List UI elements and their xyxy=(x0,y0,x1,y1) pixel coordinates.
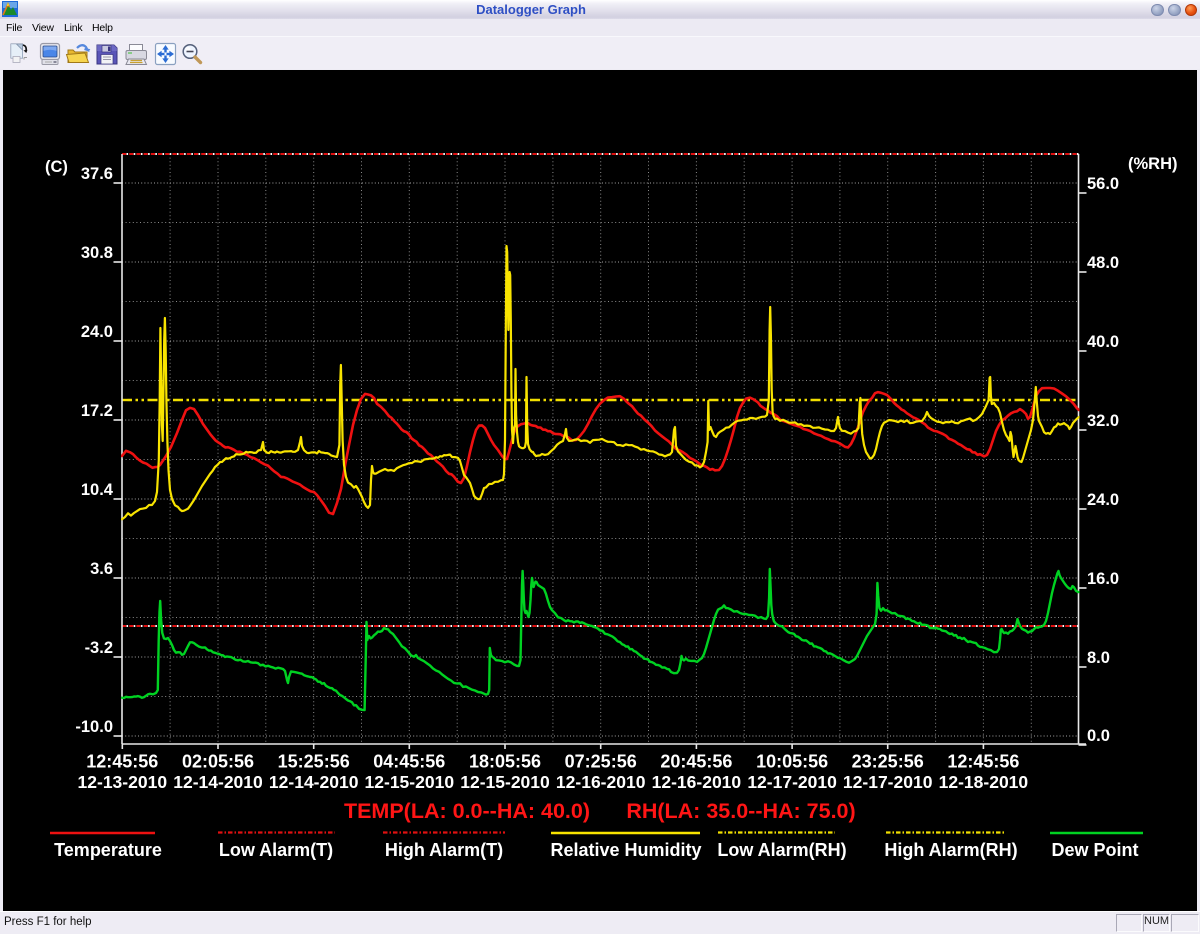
svg-text:37.6: 37.6 xyxy=(81,165,113,183)
svg-text:Low Alarm(T): Low Alarm(T) xyxy=(219,840,333,860)
svg-text:12-15-2010: 12-15-2010 xyxy=(460,772,550,792)
svg-text:24.0: 24.0 xyxy=(1087,491,1119,509)
svg-text:12-18-2010: 12-18-2010 xyxy=(939,772,1029,792)
svg-text:10:05:56: 10:05:56 xyxy=(756,752,828,772)
svg-text:24.0: 24.0 xyxy=(81,323,113,341)
svg-text:-3.2: -3.2 xyxy=(85,639,113,657)
svg-text:23:25:56: 23:25:56 xyxy=(852,752,924,772)
svg-text:56.0: 56.0 xyxy=(1087,175,1119,193)
svg-text:High Alarm(T): High Alarm(T) xyxy=(385,840,503,860)
svg-text:12-15-2010: 12-15-2010 xyxy=(365,772,455,792)
svg-text:12-16-2010: 12-16-2010 xyxy=(556,772,646,792)
svg-text:48.0: 48.0 xyxy=(1087,254,1119,272)
svg-text:30.8: 30.8 xyxy=(81,244,113,262)
svg-text:12-17-2010: 12-17-2010 xyxy=(747,772,837,792)
svg-text:0.0: 0.0 xyxy=(1087,727,1110,745)
svg-text:(%RH): (%RH) xyxy=(1128,155,1178,173)
svg-text:12-16-2010: 12-16-2010 xyxy=(652,772,742,792)
svg-text:10.4: 10.4 xyxy=(81,481,114,499)
svg-text:12-13-2010: 12-13-2010 xyxy=(78,772,168,792)
svg-text:High Alarm(RH): High Alarm(RH) xyxy=(884,840,1017,860)
svg-text:15:25:56: 15:25:56 xyxy=(278,752,350,772)
svg-text:-10.0: -10.0 xyxy=(75,718,113,736)
svg-text:32.0: 32.0 xyxy=(1087,412,1119,430)
svg-text:12:45:56: 12:45:56 xyxy=(86,752,158,772)
svg-text:Dew Point: Dew Point xyxy=(1051,840,1138,860)
svg-text:TEMP(LA: 0.0--HA: 40.0): TEMP(LA: 0.0--HA: 40.0) xyxy=(344,799,590,823)
svg-text:12:45:56: 12:45:56 xyxy=(947,752,1019,772)
svg-text:RH(LA: 35.0--HA: 75.0): RH(LA: 35.0--HA: 75.0) xyxy=(626,799,855,823)
svg-text:(C): (C) xyxy=(45,158,68,176)
svg-text:40.0: 40.0 xyxy=(1087,333,1119,351)
svg-text:18:05:56: 18:05:56 xyxy=(469,752,541,772)
svg-text:02:05:56: 02:05:56 xyxy=(182,752,254,772)
svg-text:12-17-2010: 12-17-2010 xyxy=(843,772,933,792)
svg-text:07:25:56: 07:25:56 xyxy=(565,752,637,772)
svg-text:3.6: 3.6 xyxy=(90,560,113,578)
svg-text:17.2: 17.2 xyxy=(81,402,113,420)
svg-text:20:45:56: 20:45:56 xyxy=(660,752,732,772)
svg-text:12-14-2010: 12-14-2010 xyxy=(269,772,359,792)
svg-text:12-14-2010: 12-14-2010 xyxy=(173,772,263,792)
svg-text:Temperature: Temperature xyxy=(54,840,162,860)
svg-text:8.0: 8.0 xyxy=(1087,649,1110,667)
svg-text:04:45:56: 04:45:56 xyxy=(373,752,445,772)
svg-text:Low Alarm(RH): Low Alarm(RH) xyxy=(717,840,846,860)
svg-text:16.0: 16.0 xyxy=(1087,570,1119,588)
svg-text:Relative Humidity: Relative Humidity xyxy=(550,840,701,860)
